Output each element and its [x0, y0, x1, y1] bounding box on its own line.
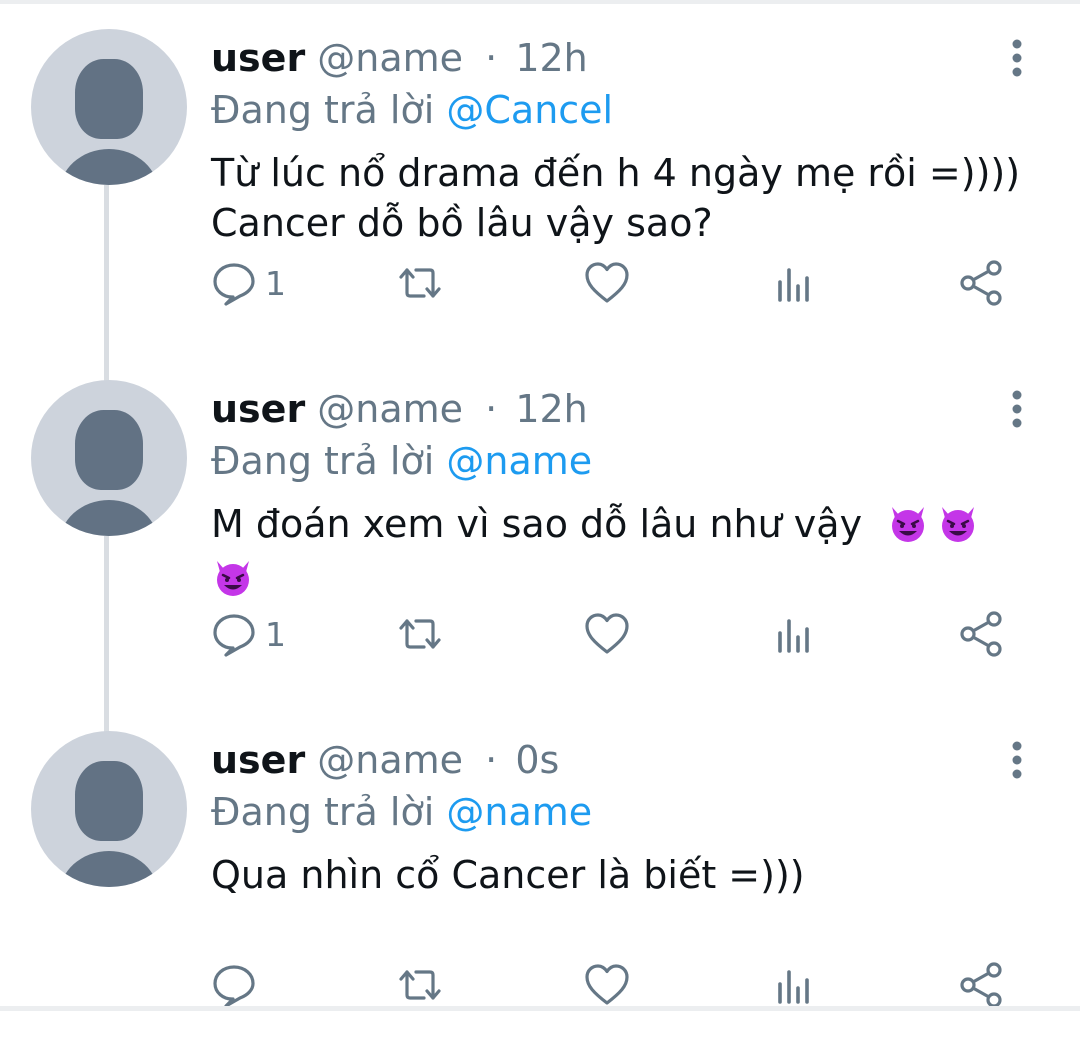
retweet-icon	[399, 619, 441, 649]
share-button[interactable]	[959, 960, 1005, 1010]
share-icon	[960, 962, 1002, 1008]
retweet-icon	[399, 970, 441, 1000]
replying-to-label: Đang trả lời	[211, 88, 435, 132]
separator: ·	[485, 36, 498, 80]
username[interactable]: user	[211, 387, 305, 431]
like-button[interactable]	[584, 258, 630, 308]
tweet-text-line: Từ lúc nổ drama đến h 4 ngày mẹ rồi =)))…	[211, 151, 1021, 195]
share-icon	[960, 611, 1002, 657]
tweet[interactable]: user @name · 12h Đang trả lời @name M đo…	[0, 351, 1080, 696]
like-button[interactable]	[584, 609, 630, 659]
reply-icon	[213, 614, 255, 657]
tweet-header: user @name · 12h	[211, 34, 588, 82]
tweet-actions: 1	[211, 609, 1011, 659]
like-icon	[585, 262, 629, 303]
separator: ·	[485, 738, 498, 782]
tweet-text: Qua nhìn cổ Cancer là biết =)))	[211, 850, 1041, 900]
analytics-button[interactable]	[772, 609, 818, 659]
analytics-button[interactable]	[772, 258, 818, 308]
tweet-text-line: Cancer dỗ bồ lâu vậy sao?	[211, 201, 713, 245]
avatar[interactable]	[31, 29, 187, 185]
reply-icon	[213, 965, 255, 1008]
share-icon	[960, 260, 1002, 306]
like-icon	[585, 964, 629, 1005]
avatar[interactable]	[31, 380, 187, 536]
tweet-actions: 1	[211, 258, 1011, 308]
tweet[interactable]: user @name · 12h Đang trả lời @Cancel Từ…	[0, 0, 1080, 345]
avatar-head	[75, 410, 143, 490]
replying-to: Đang trả lời @name	[211, 788, 592, 836]
replying-to: Đang trả lời @Cancel	[211, 86, 613, 134]
reply-button[interactable]: 1	[211, 258, 286, 308]
replying-to-label: Đang trả lời	[211, 790, 435, 834]
username[interactable]: user	[211, 738, 305, 782]
tweet-text: Từ lúc nổ drama đến h 4 ngày mẹ rồi =)))…	[211, 148, 1041, 248]
smiling-devil-emoji	[942, 507, 975, 542]
like-icon	[585, 613, 629, 654]
analytics-icon	[778, 970, 809, 1004]
more-options-icon[interactable]	[1006, 740, 1028, 780]
replying-to-label: Đang trả lời	[211, 439, 435, 483]
avatar-head	[75, 59, 143, 139]
avatar-shoulders	[59, 500, 159, 536]
reply-count: 1	[265, 614, 286, 654]
replying-to: Đang trả lời @name	[211, 437, 592, 485]
retweet-button[interactable]	[397, 609, 443, 659]
avatar-shoulders	[59, 851, 159, 887]
tweet-text: M đoán xem vì sao dỗ lâu như vậy	[211, 499, 1041, 603]
share-button[interactable]	[959, 258, 1005, 308]
tweet-text-line: Qua nhìn cổ Cancer là biết =)))	[211, 853, 805, 897]
tweet-header: user @name · 12h	[211, 385, 588, 433]
handle[interactable]: @name	[317, 36, 463, 80]
smiling-devil-emoji	[892, 507, 925, 542]
replying-to-link[interactable]: @Cancel	[446, 88, 613, 132]
avatar-head	[75, 761, 143, 841]
tweet[interactable]: user @name · 0s Đang trả lời @name Qua n…	[0, 702, 1080, 1047]
timestamp[interactable]: 12h	[515, 387, 587, 431]
more-options-icon[interactable]	[1006, 38, 1028, 78]
username[interactable]: user	[211, 36, 305, 80]
handle[interactable]: @name	[317, 387, 463, 431]
avatar-shoulders	[59, 149, 159, 185]
separator: ·	[485, 387, 498, 431]
handle[interactable]: @name	[317, 738, 463, 782]
reply-count: 1	[265, 263, 286, 303]
more-options-icon[interactable]	[1006, 389, 1028, 429]
analytics-icon	[778, 619, 809, 653]
replying-to-link[interactable]: @name	[446, 439, 592, 483]
bottom-divider	[0, 1006, 1080, 1011]
reply-icon	[213, 263, 255, 306]
reply-button[interactable]	[211, 960, 265, 1010]
tweet-text-line: M đoán xem vì sao dỗ lâu như vậy	[211, 502, 863, 546]
timestamp[interactable]: 12h	[515, 36, 587, 80]
like-button[interactable]	[584, 960, 630, 1010]
tweet-actions	[211, 960, 1011, 1010]
analytics-button[interactable]	[772, 960, 818, 1010]
analytics-icon	[778, 268, 809, 302]
avatar[interactable]	[31, 731, 187, 887]
reply-button[interactable]: 1	[211, 609, 286, 659]
share-button[interactable]	[959, 609, 1005, 659]
retweet-button[interactable]	[397, 258, 443, 308]
smiling-devil-emoji	[217, 561, 249, 596]
replying-to-link[interactable]: @name	[446, 790, 592, 834]
retweet-button[interactable]	[397, 960, 443, 1010]
retweet-icon	[399, 268, 441, 298]
tweet-header: user @name · 0s	[211, 736, 559, 784]
timestamp[interactable]: 0s	[515, 738, 559, 782]
